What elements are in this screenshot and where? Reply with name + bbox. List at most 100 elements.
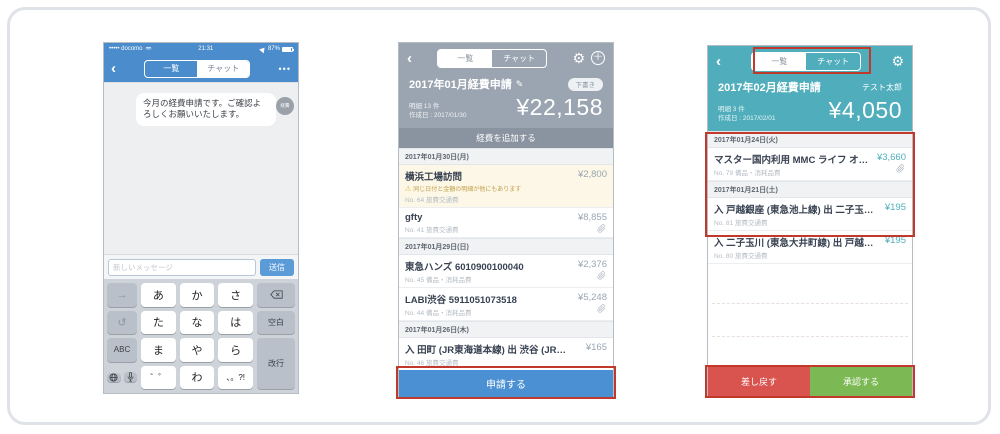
mic-icon[interactable] (123, 372, 137, 383)
duplicate-warning-text: 同じ日付と金額の明細が他にもあります (413, 187, 522, 193)
status-bar: ••••• docomo 21:31 87% (104, 43, 298, 55)
back-chevron-icon[interactable]: ‹ (111, 61, 116, 76)
carrier-signal-label: ••••• docomo (109, 46, 143, 52)
report-meta: 明細 3 件 作成日 : 2017/02/01 (718, 105, 775, 125)
send-button[interactable]: 送信 (260, 258, 294, 276)
created-date: 作成日 : 2017/01/30 (409, 112, 467, 120)
item-amount: ¥3,660 (876, 152, 906, 163)
tab-chat[interactable]: チャット (197, 60, 250, 77)
expense-list-item[interactable]: 入 二子玉川 (東急大井町線) 出 戸越… ¥195 No. 80 旅費交通費 (708, 231, 912, 264)
list-chat-segmented-control: 一覧 チャット (437, 48, 548, 68)
kbd-next-key[interactable]: → (107, 283, 137, 307)
item-subtext: No. 44 備品・消耗品費 (405, 310, 472, 317)
date-section-header: 2017年01月24日(火) (708, 131, 912, 148)
expense-list-item[interactable]: 横浜工場訪問 ¥2,800 ⚠ 同じ日付と金額の明細が他にもあります No. 64… (399, 165, 613, 208)
kbd-ra-key[interactable]: ら (218, 338, 253, 362)
kbd-na-key[interactable]: な (179, 310, 215, 334)
warning-icon: ⚠ (405, 185, 412, 193)
item-title: 東急ハンズ 6010900100040 (405, 262, 524, 273)
report-meta: 明細 13 件 作成日 : 2017/01/30 (409, 102, 466, 122)
tab-list[interactable]: 一覧 (752, 52, 807, 70)
kbd-return-key[interactable]: 改行 (257, 338, 295, 389)
kbd-punct-key[interactable]: 、。?! (218, 365, 253, 389)
apply-button[interactable]: 申請する (399, 370, 613, 397)
kbd-sa-key[interactable]: さ (218, 283, 253, 307)
tab-chat[interactable]: チャット (806, 53, 860, 70)
list-chat-segmented-control: 一覧 チャット (751, 51, 862, 71)
item-amount: ¥195 (884, 202, 906, 213)
kbd-ka-key[interactable]: か (179, 283, 215, 307)
kbd-a-key[interactable]: あ (141, 283, 176, 307)
kbd-space-key[interactable]: 空白 (257, 310, 295, 334)
item-amount: ¥8,855 (577, 212, 607, 223)
location-icon (259, 45, 267, 53)
plus-icon[interactable]: ＋ (591, 51, 605, 65)
expense-list-item[interactable]: LABI渋谷 5911051073518 ¥5,248 No. 44 備品・消耗… (399, 288, 613, 321)
expense-list: 2017年01月30日(月) 横浜工場訪問 ¥2,800 ⚠ 同じ日付と金額の明細… (399, 148, 613, 370)
item-amount: ¥2,376 (577, 259, 607, 270)
empty-row-divider (712, 336, 908, 337)
message-input[interactable] (108, 258, 256, 276)
approval-button-row: 差し戻す 承認する (708, 366, 912, 396)
approve-button[interactable]: 承認する (810, 366, 912, 396)
kbd-ta-key[interactable]: た (141, 310, 176, 334)
expense-list-item[interactable]: 入 戸越銀座 (東急池上線) 出 二子玉… ¥195 No. 81 旅費交通費 (708, 198, 912, 231)
item-amount: ¥2,800 (577, 169, 607, 180)
kbd-ha-key[interactable]: は (218, 310, 253, 334)
item-subtext: No. 46 旅費交通費 (405, 360, 459, 367)
item-title: LABI渋谷 5911051073518 (405, 295, 517, 306)
date-section-header: 2017年01月26日(木) (399, 321, 613, 338)
back-chevron-icon[interactable]: ‹ (407, 51, 412, 66)
kbd-dakuten-key[interactable]: ゛゜ (141, 365, 176, 389)
status-time: 21:31 (198, 46, 214, 52)
kbd-globe-mic-keys (107, 366, 137, 390)
pencil-edit-icon[interactable]: ✎ (516, 79, 524, 90)
kbd-wa-key[interactable]: わ (179, 365, 215, 389)
kbd-abc-key[interactable]: ABC (107, 338, 137, 362)
item-title: 入 二子玉川 (東急大井町線) 出 戸越… (714, 238, 874, 249)
report-title: 2017年01月経費申請 (409, 79, 512, 91)
phone-expense-draft-screen: ‹ 一覧 チャット ⚙ ＋ 2017年01月経費申請 ✎ 下書き 明細 13 件… (396, 42, 616, 399)
item-amount: ¥195 (884, 235, 906, 246)
expense-list: 2017年01月24日(火) マスター国内利用 MMC ライフ オ… ¥3,66… (708, 131, 912, 366)
detail-count: 明細 3 件 (718, 105, 745, 113)
reject-button[interactable]: 差し戻す (708, 366, 810, 396)
battery-icon (281, 46, 294, 52)
item-subtext: No. 80 旅費交通費 (714, 253, 768, 260)
tab-list[interactable]: 一覧 (438, 49, 493, 67)
expense-nav-bar: ‹ 一覧 チャット ⚙ (708, 46, 912, 76)
expense-list-item[interactable]: 入 田町 (JR東海道本線) 出 渋谷 (JR… ¥165 No. 46 旅費交… (399, 338, 613, 370)
item-title: 入 戸越銀座 (東急池上線) 出 二子玉… (714, 205, 874, 216)
gear-icon[interactable]: ⚙ (572, 51, 585, 65)
japanese-kana-keyboard: → あ か さ ↺ た な は 空白 ABC ま や ら 改行 ゛゜ わ 、。?… (104, 279, 298, 393)
date-section-header: 2017年01月21日(土) (708, 181, 912, 198)
date-section-header: 2017年01月30日(月) (399, 148, 613, 165)
tab-list[interactable]: 一覧 (145, 61, 197, 77)
total-amount: ¥4,050 (828, 97, 902, 123)
more-icon[interactable]: ••• (279, 64, 291, 74)
chat-nav-bar: ‹ 一覧 チャット ••• (104, 55, 298, 82)
kbd-backspace-key[interactable] (257, 283, 295, 307)
kbd-ma-key[interactable]: ま (141, 338, 176, 362)
add-expense-button[interactable]: 経費を追加する (399, 128, 613, 148)
total-amount: ¥22,158 (516, 94, 603, 120)
backspace-icon (269, 290, 283, 299)
created-date: 作成日 : 2017/02/01 (718, 115, 776, 123)
expense-list-item[interactable]: マスター国内利用 MMC ライフ オ… ¥3,660 No. 79 備品・消耗品… (708, 148, 912, 181)
back-chevron-icon[interactable]: ‹ (716, 54, 721, 69)
gear-icon[interactable]: ⚙ (891, 54, 904, 68)
paperclip-icon (597, 224, 606, 233)
date-section-header: 2017年01月29日(日) (399, 238, 613, 255)
chat-message-bubble: 今月の経費申請です。ご確認よろしくお願いいたします。 (136, 93, 276, 126)
report-title: 2017年02月経費申請 (718, 82, 821, 94)
battery-percent: 87% (267, 46, 280, 52)
kbd-undo-key[interactable]: ↺ (107, 310, 137, 334)
tab-chat[interactable]: チャット (492, 50, 546, 67)
kbd-ya-key[interactable]: や (179, 338, 215, 362)
item-subtext: No. 79 備品・消耗品費 (714, 170, 781, 177)
chat-message-area: 今月の経費申請です。ご確認よろしくお願いいたします。 経費 (104, 82, 298, 254)
expense-list-item[interactable]: 東急ハンズ 6010900100040 ¥2,376 No. 45 備品・消耗品… (399, 255, 613, 288)
expense-list-item[interactable]: gfty ¥8,855 No. 41 旅費交通費 (399, 208, 613, 238)
globe-icon[interactable] (107, 372, 121, 382)
expense-nav-bar: ‹ 一覧 チャット ⚙ ＋ (399, 43, 613, 73)
